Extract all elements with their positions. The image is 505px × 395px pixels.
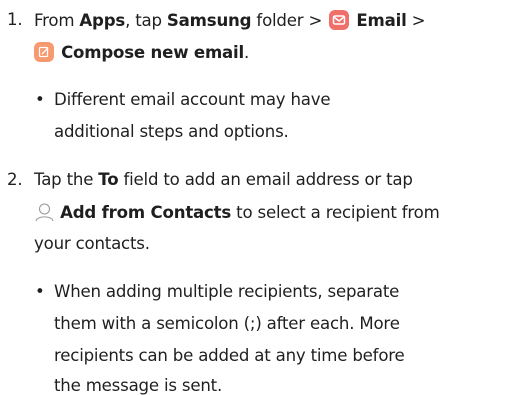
step-number: 1. — [7, 10, 23, 29]
compose-new-email-label: Compose new email — [61, 43, 245, 62]
apps-label: Apps — [79, 11, 126, 30]
bullet: • — [35, 90, 45, 109]
step-2-note-line-2: them with a semicolon (;) after each. Mo… — [54, 314, 400, 333]
text-line-2-rest: to select a recipient from — [236, 203, 440, 222]
email-app-icon — [329, 10, 350, 30]
step-2-note-line-1: When adding multiple recipients, separat… — [54, 282, 400, 301]
text-tap-the: Tap the — [34, 170, 94, 189]
step-2-line-1: Tap the To field to add an email address… — [34, 170, 413, 189]
step-1-line-2: Compose new email. — [34, 42, 249, 62]
text-folder: folder — [256, 11, 304, 30]
step-number: 2. — [7, 170, 23, 189]
step-1-note-line-1: Different email account may have — [54, 90, 331, 109]
email-label: Email — [356, 11, 407, 30]
step-2-line-3: your contacts. — [34, 234, 150, 253]
text-from: From — [34, 11, 75, 30]
text-tap: , tap — [125, 11, 162, 30]
period: . — [244, 43, 250, 62]
add-from-contacts-label: Add from Contacts — [60, 203, 232, 222]
contacts-icon — [34, 202, 55, 222]
step-1-line-1: From Apps, tap Samsung folder > Email > — [34, 10, 426, 30]
samsung-label: Samsung — [166, 11, 252, 30]
text-line-1-rest: field to add an email address or tap — [123, 170, 413, 189]
separator: > — [308, 11, 323, 30]
bullet: • — [35, 282, 45, 301]
compose-icon — [34, 42, 54, 62]
step-1-note-line-2: additional steps and options. — [54, 122, 289, 141]
step-2-line-2: Add from Contacts to select a recipient … — [34, 202, 440, 222]
separator: > — [411, 11, 426, 30]
step-2-note-line-4: the message is sent. — [54, 376, 223, 395]
step-2-note-line-3: recipients can be added at any time befo… — [54, 346, 405, 365]
to-label: To — [98, 170, 119, 189]
